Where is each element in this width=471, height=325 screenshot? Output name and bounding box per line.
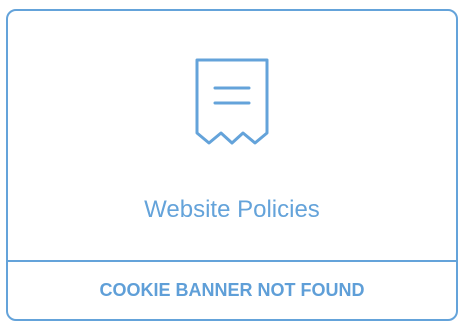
- receipt-icon: [194, 57, 270, 149]
- website-policies-card[interactable]: Website Policies COOKIE BANNER NOT FOUND: [6, 9, 458, 321]
- cookie-banner-status-button[interactable]: COOKIE BANNER NOT FOUND: [8, 262, 456, 319]
- card-body[interactable]: Website Policies: [8, 11, 456, 261]
- card-title: Website Policies: [144, 196, 320, 223]
